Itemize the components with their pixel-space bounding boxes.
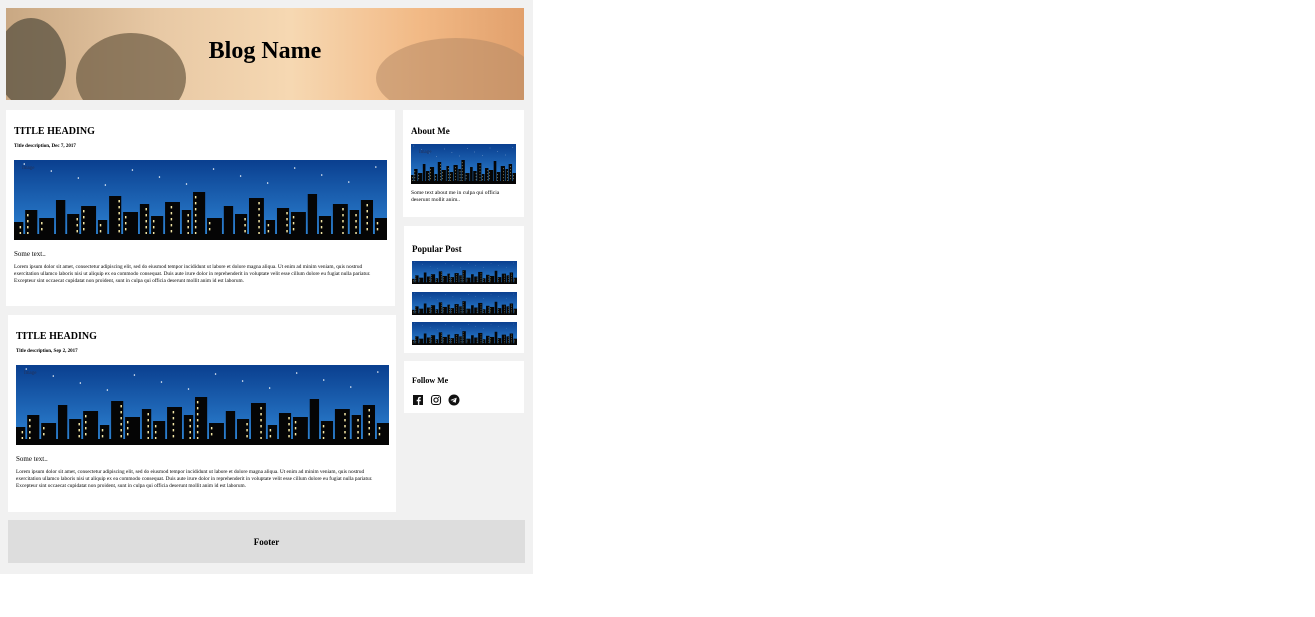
about-title: About Me <box>411 126 450 136</box>
post-image: Image <box>16 365 389 445</box>
city-skyline-graphic <box>16 365 389 445</box>
footer-label: Footer <box>253 537 280 547</box>
popular-post-image[interactable] <box>412 261 517 284</box>
image-label: Image <box>22 166 35 171</box>
image-label: Image <box>419 150 432 155</box>
instagram-icon[interactable] <box>430 393 442 406</box>
post-some-text: Some text.. <box>16 455 48 463</box>
telegram-icon[interactable] <box>448 393 460 406</box>
popular-post-image[interactable] <box>412 322 517 345</box>
about-card: About Me Image Some text about me in cul… <box>403 110 524 217</box>
city-skyline-graphic <box>412 322 517 345</box>
post-title: TITLE HEADING <box>14 126 95 137</box>
blog-name: Blog Name <box>208 38 322 64</box>
popular-card: Popular Post <box>404 226 524 353</box>
post-image: Image <box>14 160 387 240</box>
post-some-text: Some text.. <box>14 250 46 258</box>
header-banner: Blog Name <box>6 8 524 100</box>
about-text: Some text about me in culpa qui officia … <box>411 190 500 203</box>
follow-title: Follow Me <box>412 376 449 385</box>
post-body: Lorem ipsum dolor sit amet, consectetur … <box>14 264 371 284</box>
city-skyline-graphic <box>412 261 517 284</box>
post-card: TITLE HEADING Title description, Dec 7, … <box>6 110 395 306</box>
city-skyline-graphic <box>14 160 387 240</box>
post-date: Title description, Sep 2, 2017 <box>16 349 78 354</box>
page-container: Blog Name TITLE HEADING Title descriptio… <box>0 0 533 574</box>
follow-card: Follow Me <box>404 361 524 413</box>
facebook-icon[interactable] <box>412 393 424 405</box>
post-title: TITLE HEADING <box>16 331 97 342</box>
social-icons <box>412 393 460 406</box>
post-card: TITLE HEADING Title description, Sep 2, … <box>8 315 396 512</box>
post-date: Title description, Dec 7, 2017 <box>14 144 76 149</box>
post-body: Lorem ipsum dolor sit amet, consectetur … <box>16 469 373 489</box>
popular-post-image[interactable] <box>412 292 517 315</box>
about-image: Image <box>411 144 516 184</box>
footer: Footer <box>8 520 525 563</box>
popular-title: Popular Post <box>412 244 462 254</box>
city-skyline-graphic <box>412 292 517 315</box>
image-label: Image <box>24 371 37 376</box>
